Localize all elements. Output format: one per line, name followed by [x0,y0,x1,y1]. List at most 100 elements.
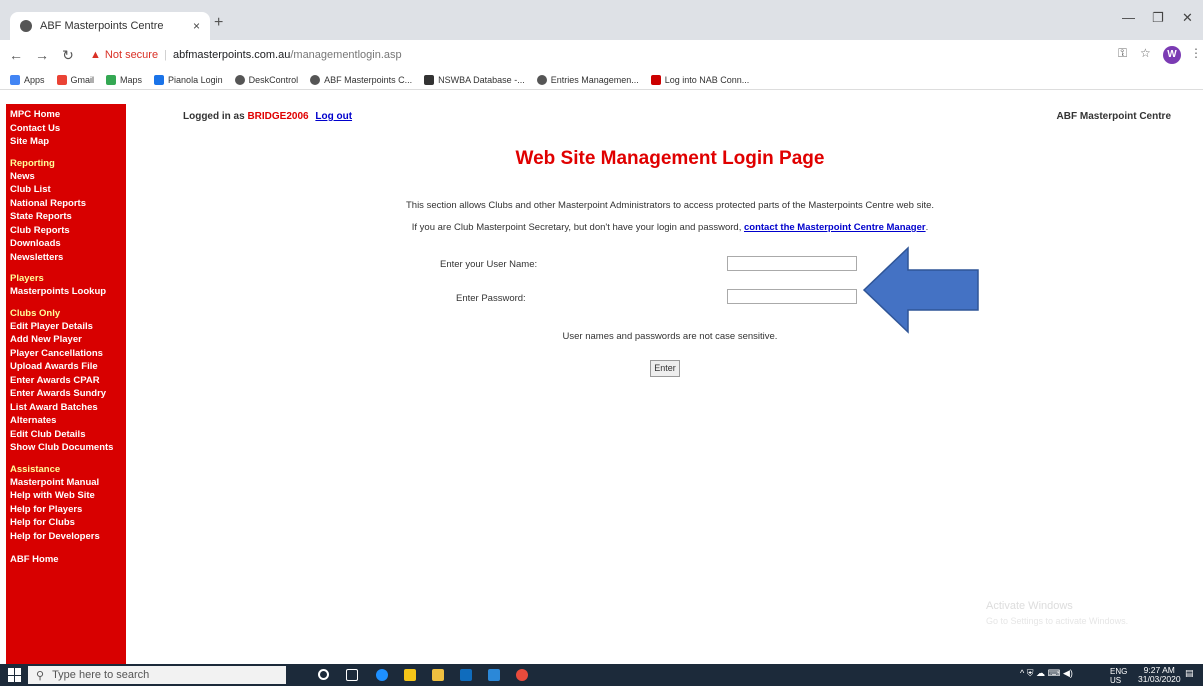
sidebar-item-club-reports[interactable]: Club Reports [6,224,126,238]
triangle-icon [424,74,435,85]
minimize-icon[interactable]: — [1122,10,1135,25]
sidebar-item-help-for-developers[interactable]: Help for Developers [6,530,126,544]
pianola-icon [154,74,165,85]
enter-button[interactable]: Enter [650,360,680,377]
apps-grid-icon [10,74,20,85]
globe-icon [20,20,32,32]
edge-icon[interactable] [376,669,388,681]
not-secure-label: Not secure [104,49,159,61]
bookmarks-bar: Apps Gmail Maps Pianola Login DeskContro… [0,70,1203,90]
file-explorer-icon[interactable] [432,669,444,681]
sidebar-item-alternates[interactable]: Alternates [6,414,126,428]
bookmark-gmail[interactable]: Gmail [56,74,94,85]
star-icon[interactable]: ☆ [1140,46,1151,60]
sidebar-item-show-club-documents[interactable]: Show Club Documents [6,441,126,455]
reload-icon[interactable]: ↻ [58,47,78,64]
nab-icon [650,74,661,85]
forward-icon[interactable]: → [32,47,52,63]
browser-toolbar: ← → ↻ ▲ Not secure | abfmasterpoints.com… [0,40,1203,70]
page-title: Web Site Management Login Page [515,148,825,169]
cortana-icon[interactable] [318,669,329,680]
new-tab-button[interactable]: + [214,14,223,32]
close-tab-icon[interactable]: × [193,19,200,33]
url-host: abfmasterpoints.com.au [172,49,291,61]
sidebar-section-header: Assistance [10,463,61,475]
task-view-icon[interactable] [346,669,358,681]
search-icon: ⚲ [36,669,45,682]
browser-tab[interactable]: ABF Masterpoints Centre × [10,12,210,40]
sidebar-item-contact-us[interactable]: Contact Us [6,122,126,136]
bookmark-nab[interactable]: Log into NAB Conn... [650,74,749,85]
sidebar-item-list-award-batches[interactable]: List Award Batches [6,401,126,415]
sidebar-item-site-map[interactable]: Site Map [6,135,126,149]
sidebar-item-edit-club-details[interactable]: Edit Club Details [6,428,126,442]
separator: | [164,49,167,61]
sidebar-item-help-for-clubs[interactable]: Help for Clubs [6,516,126,530]
sidebar-item-state-reports[interactable]: State Reports [6,210,126,224]
map-pin-icon [106,74,117,85]
case-note: User names and passwords are not case se… [562,331,778,342]
sidebar-item-help-for-players[interactable]: Help for Players [6,503,126,517]
username-input[interactable] [727,256,857,271]
sidebar-item-enter-awards-sundry[interactable]: Enter Awards Sundry [6,387,126,401]
bookmark-apps[interactable]: Apps [10,74,45,85]
profile-avatar[interactable]: W [1163,46,1181,64]
sidebar-item-help-with-web-site[interactable]: Help with Web Site [6,489,126,503]
intro-text: This section allows Clubs and other Mast… [405,200,935,211]
sidebar-item-newsletters[interactable]: Newsletters [6,251,126,265]
globe-icon [536,74,547,85]
url-path: /managementlogin.asp [290,49,402,61]
sidebar-section-header: Clubs Only [10,307,61,319]
tab-title: ABF Masterpoints Centre [40,20,164,32]
restore-icon[interactable]: ❐ [1152,10,1164,26]
sidebar-nav: MPC Home Contact Us Site Map Reporting News C… [6,104,126,664]
sidebar-item-club-list[interactable]: Club List [6,183,126,197]
sidebar-item-player-cancellations[interactable]: Player Cancellations [6,347,126,361]
bookmark-abf[interactable]: ABF Masterpoints C... [310,74,412,85]
sidebar-item-abf-home[interactable]: ABF Home [6,553,126,567]
language-indicator[interactable]: ENG US [1110,667,1127,685]
username-label-text: Enter your User Name: [440,259,538,270]
store-icon[interactable] [404,669,416,681]
sidebar-item-news[interactable]: News [6,170,126,184]
sidebar-item-add-new-player[interactable]: Add New Player [6,333,126,347]
mail-icon[interactable] [488,669,500,681]
sidebar-section-header: Players [10,273,44,284]
google-icon [56,74,67,85]
globe-icon [234,74,245,85]
bookmark-nswba[interactable]: NSWBA Database -... [424,74,525,85]
sidebar-item-masterpoints-lookup[interactable]: Masterpoints Lookup [6,285,126,299]
annotation-arrow-icon [862,246,979,334]
sidebar-item-edit-player-details[interactable]: Edit Player Details [6,320,126,334]
taskbar-search[interactable]: ⚲ Type here to search [28,666,286,684]
key-icon[interactable]: ⚿ [1118,46,1127,61]
system-clock[interactable]: 9:27 AM 31/03/2020 [1138,666,1181,684]
globe-icon [310,74,321,85]
back-icon[interactable]: ← [6,47,26,63]
sidebar-section-header: Reporting [10,157,55,169]
bookmark-maps[interactable]: Maps [106,74,142,85]
sidebar-item-national-reports[interactable]: National Reports [6,197,126,211]
address-bar[interactable]: ▲ Not secure | abfmasterpoints.com.au/ma… [90,44,1090,66]
sidebar-item-mpc-home[interactable]: MPC Home [6,108,126,122]
menu-icon[interactable]: ⋮ [1190,46,1202,60]
notifications-icon[interactable]: ▤ [1185,668,1194,679]
chrome-icon[interactable] [516,669,528,681]
windows-start-icon[interactable] [8,668,22,682]
outlook-icon[interactable] [460,669,472,681]
bookmark-entries[interactable]: Entries Managemen... [536,74,639,85]
system-tray-icons[interactable]: ^ ⛨ ☁ ⌨ ◀) [1020,668,1073,679]
sidebar-item-upload-awards-file[interactable]: Upload Awards File [6,360,126,374]
bookmark-pianola[interactable]: Pianola Login [154,74,223,85]
bookmark-deskcontrol[interactable]: DeskControl [234,74,298,85]
contact-manager-link[interactable]: contact the Masterpoint Centre Manager [744,222,926,233]
username-label: BRIDGE2006 [247,111,309,122]
logout-link[interactable]: Log out [315,111,352,122]
window-close-icon[interactable]: ✕ [1182,10,1193,26]
password-input[interactable] [727,289,857,304]
site-name: ABF Masterpoint Centre [1056,111,1171,122]
sidebar-item-enter-awards-cpar[interactable]: Enter Awards CPAR [6,374,126,388]
sidebar-item-downloads[interactable]: Downloads [6,237,126,251]
sidebar-item-masterpoint-manual[interactable]: Masterpoint Manual [6,476,126,490]
